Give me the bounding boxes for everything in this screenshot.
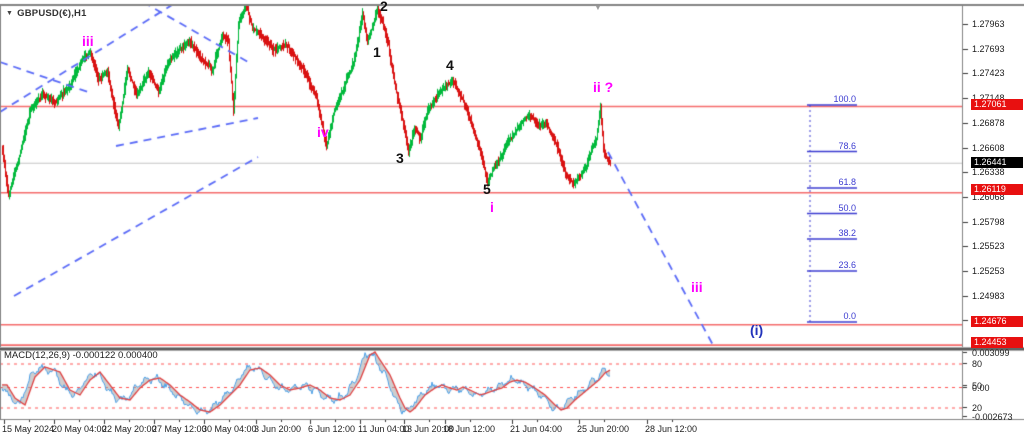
price-tick-label: 1.27963 xyxy=(972,19,1005,29)
price-tick-label: 1.25798 xyxy=(972,217,1005,227)
macd-axis-label: 0.00 xyxy=(972,383,990,393)
macd-indicator-label: MACD(12,26,9) -0.000122 0.000400 xyxy=(4,350,158,361)
price-tick-label: 1.26608 xyxy=(972,143,1005,153)
macd-axis-label: -0.002673 xyxy=(972,412,1013,422)
time-tick-label: 30 May 04:00 xyxy=(202,424,257,434)
time-tick-label: 18 Jun 12:00 xyxy=(443,424,495,434)
time-tick-label: 21 Jun 04:00 xyxy=(510,424,562,434)
wave-label: iv xyxy=(317,124,329,140)
macd-axis-label: 80 xyxy=(972,359,982,369)
price-level-badge: 1.24676 xyxy=(971,316,1023,327)
fib-level-label: 61.8 xyxy=(810,177,856,187)
wave-label: ii ? xyxy=(593,79,613,95)
wave-label: (i) xyxy=(750,322,763,338)
wave-label: i xyxy=(490,199,494,215)
time-tick-label: 3 Jun 20:00 xyxy=(254,424,301,434)
time-tick-label: 20 May 04:00 xyxy=(52,424,107,434)
price-tick-label: 1.26878 xyxy=(972,118,1005,128)
wave-label: 1 xyxy=(373,44,381,60)
price-level-badge: 1.27061 xyxy=(971,99,1023,110)
price-tick-label: 1.25523 xyxy=(972,241,1005,251)
current-price-badge: 1.26441 xyxy=(971,157,1023,168)
price-tick-label: 1.27693 xyxy=(972,44,1005,54)
fib-level-label: 100.0 xyxy=(810,94,856,104)
time-tick-label: 15 May 2024 xyxy=(2,424,54,434)
price-tick-label: 1.24983 xyxy=(972,291,1005,301)
wave-label: iii xyxy=(691,279,703,295)
price-tick-label: 1.25253 xyxy=(972,266,1005,276)
fib-level-label: 78.6 xyxy=(810,141,856,151)
fib-level-label: 50.0 xyxy=(810,203,856,213)
time-tick-label: 28 Jun 12:00 xyxy=(645,424,697,434)
wave-label: iii xyxy=(82,33,94,49)
time-tick-label: 6 Jun 12:00 xyxy=(308,424,355,434)
last-bar-marker-icon: ▼ xyxy=(594,3,602,12)
wave-label: 4 xyxy=(446,57,454,73)
fib-level-label: 38.2 xyxy=(810,228,856,238)
price-tick-label: 1.26338 xyxy=(972,167,1005,177)
chart-canvas[interactable] xyxy=(0,0,1024,441)
wave-label: 3 xyxy=(396,150,404,166)
price-level-badge: 1.24453 xyxy=(971,337,1023,348)
macd-axis-label: 0.003099 xyxy=(972,348,1010,358)
chart-window: ▼ GBPUSD(€),H1 ▼ MACD(12,26,9) -0.000122 … xyxy=(0,0,1024,441)
fib-level-label: 23.6 xyxy=(810,260,856,270)
price-level-badge: 1.26119 xyxy=(971,184,1023,195)
time-tick-label: 22 May 20:00 xyxy=(102,424,157,434)
wave-label: 5 xyxy=(483,181,491,197)
fib-level-label: 0.0 xyxy=(810,311,856,321)
price-tick-label: 1.27423 xyxy=(972,68,1005,78)
symbol-timeframe-label[interactable]: ▼ GBPUSD(€),H1 xyxy=(6,8,87,19)
chevron-down-icon[interactable]: ▼ xyxy=(6,10,13,17)
wave-label: 2 xyxy=(380,0,388,14)
time-tick-label: 25 Jun 20:00 xyxy=(577,424,629,434)
time-tick-label: 27 May 12:00 xyxy=(152,424,207,434)
symbol-text: GBPUSD(€),H1 xyxy=(17,8,86,19)
